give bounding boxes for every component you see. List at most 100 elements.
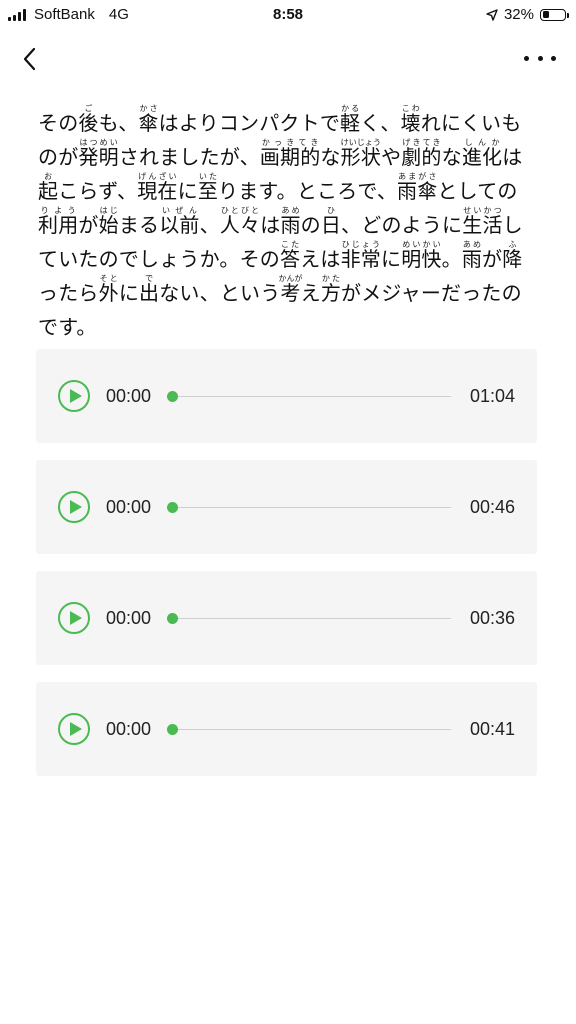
status-bar: SoftBank 4G 8:58 32% <box>0 0 576 30</box>
play-icon <box>70 500 82 514</box>
ruby-word: 発明はつめい <box>78 138 119 169</box>
play-button[interactable] <box>58 713 90 745</box>
ruby-word: 壊こわ <box>400 104 421 135</box>
text-run: が <box>482 247 503 271</box>
more-options-button[interactable] <box>524 48 556 68</box>
text-run: 、 <box>199 213 220 237</box>
furigana-reading: お <box>38 172 59 181</box>
ruby-word: 答こた <box>280 240 301 271</box>
text-run: に <box>381 247 402 271</box>
text-run: の <box>300 213 321 237</box>
play-button[interactable] <box>58 602 90 634</box>
ruby-word: 劇的げきてき <box>401 138 442 169</box>
furigana-reading: ひとびと <box>219 206 261 215</box>
article-text: その後ごも、傘かさはよりコンパクトで軽かるく、壊こわれにくいものが発明はつめいさ… <box>38 104 538 344</box>
ruby-word: 降ふ <box>502 240 523 271</box>
current-time: 00:00 <box>106 608 152 628</box>
ruby-word: 考かんが <box>278 274 303 305</box>
ruby-word: 軽かる <box>340 104 361 135</box>
more-dot-icon <box>537 55 543 61</box>
furigana-reading: げんざい <box>137 172 178 181</box>
text-run: こらず、 <box>58 179 138 203</box>
audio-player-list: 00:00 01:04 00:00 00:46 00:00 00:36 00:00 00:41 <box>36 349 537 793</box>
back-button[interactable] <box>18 44 46 74</box>
ruby-word: 現在げんざい <box>137 172 178 203</box>
furigana-reading: げきてき <box>401 138 442 147</box>
seek-bar[interactable] <box>167 613 451 624</box>
ruby-word: 非常ひじょう <box>340 240 382 271</box>
battery-level-fill <box>542 11 549 18</box>
duration: 01:04 <box>469 386 515 406</box>
furigana-reading: けいじょう <box>340 138 382 147</box>
furigana-reading: こた <box>280 240 301 249</box>
play-icon <box>70 389 82 403</box>
play-button[interactable] <box>58 491 90 523</box>
text-run: されましたが、 <box>118 145 260 169</box>
ruby-word: 至いた <box>197 172 219 203</box>
ruby-word: 日ひ <box>320 206 342 237</box>
furigana-reading: かんが <box>278 274 303 283</box>
text-run: はよりコンパクトで <box>158 111 341 135</box>
text-run: ていたのでしょうか。その <box>38 247 280 271</box>
play-icon <box>70 722 82 736</box>
current-time: 00:00 <box>106 497 152 517</box>
seek-thumb[interactable] <box>167 724 178 735</box>
furigana-reading: ひじょう <box>340 240 382 249</box>
seek-thumb[interactable] <box>167 391 178 402</box>
furigana-reading: かた <box>320 274 342 283</box>
furigana-reading: あめ <box>461 240 483 249</box>
ruby-word: 方かた <box>320 274 342 305</box>
text-run: も、 <box>98 111 139 135</box>
text-run: は <box>502 145 523 169</box>
text-run: や <box>381 145 402 169</box>
furigana-reading: かる <box>340 104 361 113</box>
furigana-reading: せいかつ <box>462 206 503 215</box>
furigana-reading: そと <box>98 274 119 283</box>
audio-player: 00:00 00:41 <box>36 682 537 776</box>
duration: 00:46 <box>469 497 515 517</box>
play-button[interactable] <box>58 380 90 412</box>
furigana-reading: りよう <box>38 206 79 215</box>
text-run: えは <box>300 247 341 271</box>
ruby-word: 明快めいかい <box>401 240 442 271</box>
audio-player: 00:00 00:46 <box>36 460 537 554</box>
current-time: 00:00 <box>106 719 152 739</box>
seek-bar[interactable] <box>167 391 451 402</box>
seek-bar[interactable] <box>167 502 451 513</box>
location-arrow-icon <box>486 8 498 21</box>
text-run: し <box>502 213 523 237</box>
play-icon <box>70 611 82 625</box>
text-run: ない、という <box>159 281 281 305</box>
furigana-reading: ご <box>78 104 99 113</box>
furigana-reading: はじ <box>98 206 119 215</box>
text-run: な <box>320 145 341 169</box>
text-run: まる <box>118 213 160 237</box>
audio-player: 00:00 01:04 <box>36 349 537 443</box>
ruby-word: 進化しんか <box>461 138 503 169</box>
furigana-reading: しんか <box>461 138 503 147</box>
text-run: その <box>38 111 79 135</box>
text-run: は <box>260 213 281 237</box>
text-run: え <box>300 281 321 305</box>
current-time: 00:00 <box>106 386 152 406</box>
ruby-word: 起お <box>38 172 59 203</box>
text-run: に <box>118 281 140 305</box>
seek-thumb[interactable] <box>167 613 178 624</box>
ruby-word: 傘かさ <box>138 104 159 135</box>
ruby-word: 始はじ <box>98 206 119 237</box>
furigana-reading: いぜん <box>159 206 200 215</box>
more-dot-icon <box>524 55 529 61</box>
status-right: 32% <box>486 6 569 23</box>
ruby-word: 利用りよう <box>38 206 79 237</box>
furigana-reading: かさ <box>138 104 159 113</box>
seek-thumb[interactable] <box>167 502 178 513</box>
furigana-reading: あめ <box>280 206 301 215</box>
duration: 00:36 <box>469 608 515 628</box>
ruby-word: 外そと <box>98 274 119 305</box>
text-run: 。 <box>441 247 462 271</box>
ruby-word: 画期的かっきてき <box>259 138 321 169</box>
text-run: 、どのように <box>341 213 463 237</box>
text-run: に <box>177 179 198 203</box>
ruby-word: 雨傘あまがさ <box>397 172 438 203</box>
seek-bar[interactable] <box>167 724 451 735</box>
